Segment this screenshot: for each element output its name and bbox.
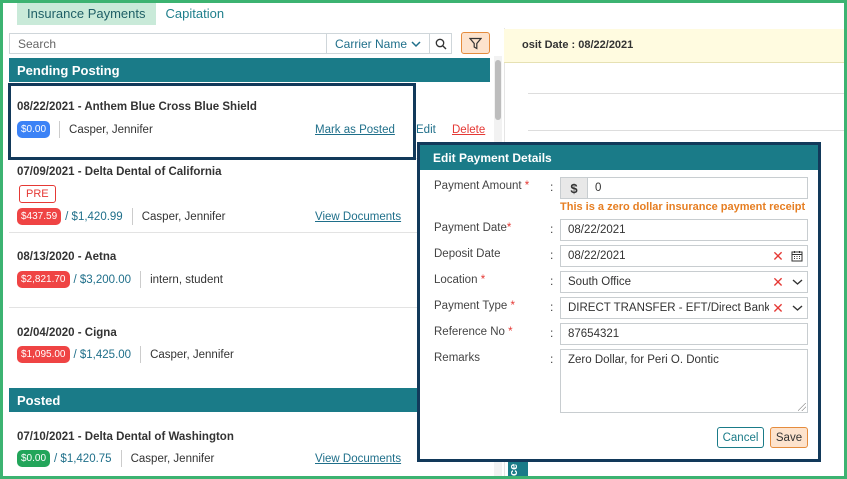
delete-link[interactable]: Delete [452, 124, 485, 136]
vertical-tab[interactable]: ce [508, 460, 528, 479]
total-amount: / $3,200.00 [73, 273, 132, 286]
filter-icon [469, 37, 482, 50]
location-label: Location * [434, 274, 486, 286]
total-amount: / $1,425.00 [73, 348, 132, 361]
divider [528, 93, 847, 94]
remarks-textarea[interactable]: Zero Dollar, for Peri O. Dontic [560, 349, 808, 413]
save-button[interactable]: Save [770, 427, 808, 448]
view-documents-link[interactable]: View Documents [315, 453, 401, 465]
clear-icon[interactable]: ✕ [769, 300, 787, 317]
resize-handle[interactable] [798, 403, 806, 411]
divider [528, 130, 847, 131]
divider [120, 450, 122, 467]
divider [140, 346, 142, 363]
patient-name: Casper, Jennifer [130, 452, 215, 465]
payment-amount-field[interactable]: $ 0 [560, 177, 808, 199]
carrier-name-dropdown[interactable]: Carrier Name [325, 34, 429, 53]
edit-link[interactable]: Edit [416, 124, 436, 136]
tab-bar: Insurance Payments Capitation [17, 2, 234, 25]
search-icon [435, 38, 446, 49]
clear-icon[interactable]: ✕ [769, 248, 787, 265]
remarks-label: Remarks [434, 352, 481, 364]
divider [140, 271, 142, 288]
chevron-down-icon [411, 40, 421, 47]
amount-badge: $437.59 [17, 208, 62, 225]
divider [131, 208, 133, 225]
chevron-down-icon[interactable] [787, 304, 807, 312]
chevron-down-icon[interactable] [787, 278, 807, 286]
tab-capitation[interactable]: Capitation [156, 2, 235, 25]
reference-no-field[interactable]: 87654321 [560, 323, 808, 345]
item-title: 07/09/2021 - Delta Dental of California [17, 166, 222, 178]
zero-amount-warning: This is a zero dollar insurance payment … [560, 201, 806, 213]
patient-name: intern, student [150, 273, 223, 286]
selected-item-highlight [8, 83, 416, 160]
payment-type-label: Payment Type * [434, 300, 515, 312]
item-title: 02/04/2020 - Cigna [17, 327, 117, 339]
amount-badge: $0.00 [17, 450, 51, 467]
filter-button[interactable] [461, 32, 490, 54]
search-button[interactable] [429, 34, 451, 53]
edit-payment-dialog: Edit Payment Details Payment Amount * : … [417, 142, 821, 462]
item-title: 07/10/2021 - Delta Dental of Washington [17, 431, 234, 443]
pre-badge: PRE [19, 185, 56, 203]
pending-posting-header: Pending Posting [9, 58, 490, 82]
patient-name: Casper, Jennifer [150, 348, 234, 361]
deposit-date-header: osit Date : 08/22/2021 [504, 29, 847, 63]
view-documents-link[interactable]: View Documents [315, 211, 401, 223]
dialog-title: Edit Payment Details [420, 145, 818, 170]
search-input[interactable] [10, 34, 326, 53]
reference-no-label: Reference No * [434, 326, 513, 338]
search-bar: Carrier Name [9, 33, 452, 54]
deposit-date-field[interactable]: 08/22/2021 ✕ [560, 245, 808, 267]
item-title: 08/13/2020 - Aetna [17, 251, 117, 263]
payment-date-field[interactable]: 08/22/2021 [560, 219, 808, 241]
patient-name: Casper, Jennifer [141, 210, 226, 223]
payment-type-select[interactable]: DIRECT TRANSFER - EFT/Direct Bank Transf… [560, 297, 808, 319]
cancel-button[interactable]: Cancel [717, 427, 764, 448]
payment-amount-value: 0 [595, 182, 602, 194]
payment-date-label: Payment Date* [434, 222, 512, 234]
amount-badge: $2,821.70 [17, 271, 70, 288]
calendar-icon[interactable] [787, 250, 807, 262]
currency-symbol: $ [561, 178, 588, 198]
total-amount: / $1,420.99 [65, 210, 123, 223]
clear-icon[interactable]: ✕ [769, 274, 787, 291]
total-amount: / $1,420.75 [54, 452, 112, 465]
location-select[interactable]: South Office ✕ [560, 271, 808, 293]
carrier-name-label: Carrier Name [334, 36, 407, 51]
deposit-date-label: Deposit Date [434, 248, 501, 260]
tab-insurance-payments[interactable]: Insurance Payments [17, 2, 156, 25]
amount-badge: $1,095.00 [17, 346, 70, 363]
payment-amount-label: Payment Amount * [434, 180, 530, 192]
scrollbar-thumb[interactable] [495, 60, 501, 120]
